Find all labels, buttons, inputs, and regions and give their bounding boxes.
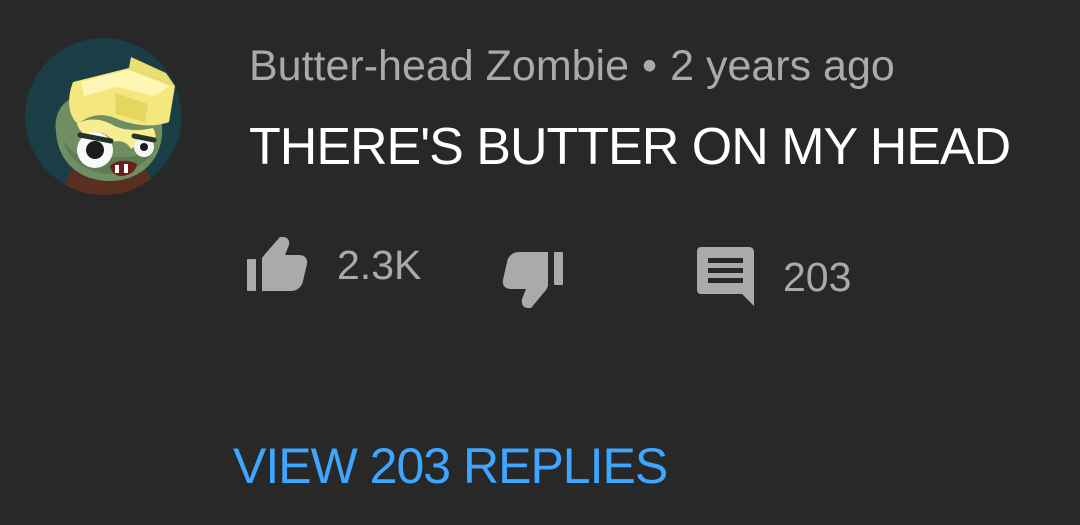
reply-button[interactable]: 203 xyxy=(697,247,851,307)
comment-thread: Butter-head Zombie • 2 years ago THERE'S B… xyxy=(0,0,1080,525)
like-button[interactable]: 2.3K xyxy=(247,237,421,293)
avatar[interactable] xyxy=(25,38,182,195)
author-name[interactable]: Butter-head Zombie xyxy=(249,42,629,90)
thumb-down-icon xyxy=(502,250,564,310)
zombie-avatar-icon xyxy=(25,38,182,195)
like-count: 2.3K xyxy=(337,242,422,288)
thumb-up-icon xyxy=(247,237,308,293)
dislike-button[interactable] xyxy=(502,250,564,310)
comment-icon xyxy=(697,247,754,307)
comment-meta: Butter-head Zombie • 2 years ago xyxy=(249,40,895,92)
meta-separator: • xyxy=(642,42,658,90)
comment-text: THERE'S BUTTER ON MY HEAD xyxy=(249,118,1011,176)
reply-count: 203 xyxy=(783,254,852,300)
view-replies-link[interactable]: VIEW 203 REPLIES xyxy=(233,437,668,495)
comment-timestamp[interactable]: 2 years ago xyxy=(670,42,895,90)
